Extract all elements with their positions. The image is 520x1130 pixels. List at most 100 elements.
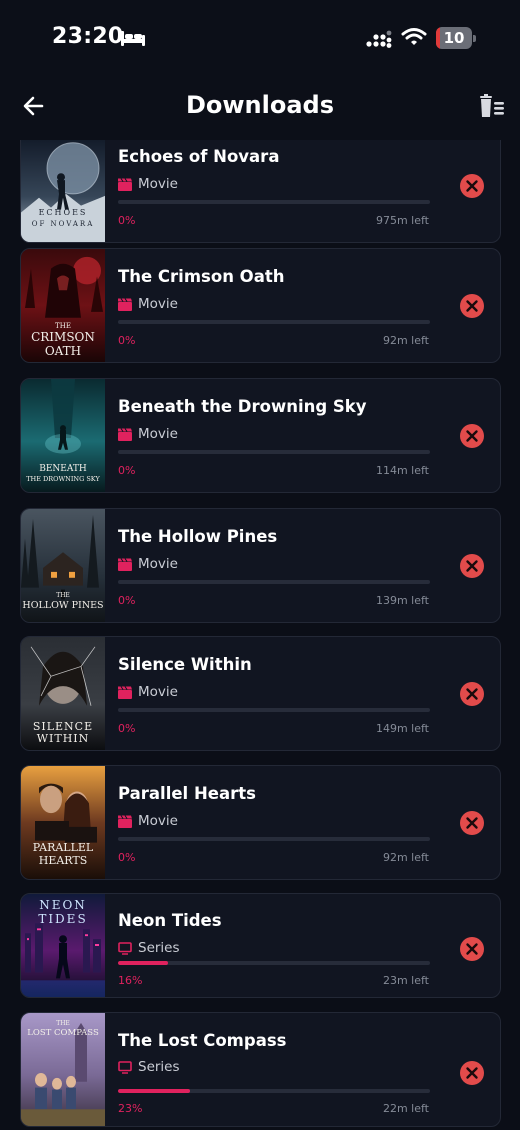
- tv-icon: [118, 1060, 132, 1074]
- download-title: The Crimson Oath: [118, 267, 285, 286]
- poster-the-crimson-oath: THE CRIMSON OATH: [21, 249, 105, 362]
- poster-title-line: HOLLOW PINES: [22, 600, 104, 611]
- progress-fill: [118, 961, 168, 965]
- poster-title-line: HEARTS: [38, 854, 88, 867]
- cancel-download-button[interactable]: [460, 682, 484, 706]
- battery-icon: 10: [436, 27, 476, 49]
- poster-title-line: ECHOES: [38, 208, 88, 217]
- page-title: Downloads: [185, 91, 335, 119]
- delete-all-button[interactable]: [478, 93, 506, 121]
- media-type: Series: [118, 939, 180, 957]
- download-item-the-lost-compass[interactable]: THE LOST COMPASS The Lost Compass Series…: [20, 1012, 501, 1127]
- time-remaining: 139m left: [375, 594, 429, 607]
- bed-icon: [121, 31, 145, 46]
- media-type: Movie: [118, 683, 178, 701]
- media-type: Movie: [118, 812, 178, 830]
- media-type-label: Movie: [138, 684, 178, 700]
- download-item-parallel-hearts[interactable]: PARALLEL HEARTS Parallel Hearts Movie 0%…: [20, 765, 501, 880]
- media-type: Movie: [118, 175, 178, 193]
- poster-title-line: SILENCE: [32, 720, 94, 733]
- progress-percent: 0%: [118, 214, 136, 227]
- clapperboard-icon: [118, 297, 132, 311]
- media-type: Movie: [118, 295, 178, 313]
- progress-percent: 0%: [118, 851, 136, 864]
- download-item-echoes-of-novara[interactable]: ECHOES OF NOVARA Echoes of Novara Movie …: [20, 128, 501, 243]
- progress-percent: 0%: [118, 594, 136, 607]
- media-type-label: Movie: [138, 556, 178, 572]
- clapperboard-icon: [118, 557, 132, 571]
- progress-percent: 0%: [118, 334, 136, 347]
- tv-icon: [118, 941, 132, 955]
- poster-title-line: OF NOVARA: [31, 220, 95, 228]
- media-type: Series: [118, 1058, 180, 1076]
- progress-bar: [118, 200, 430, 204]
- progress-bar: [118, 961, 430, 965]
- download-title: Beneath the Drowning Sky: [118, 397, 367, 416]
- poster-neon-tides: NEON TIDES: [21, 894, 105, 997]
- poster-title-line: THE: [56, 592, 70, 599]
- trash-list-icon: [480, 94, 504, 117]
- time-remaining: 975m left: [375, 214, 429, 227]
- media-type: Movie: [118, 425, 178, 443]
- progress-bar: [118, 450, 430, 454]
- clapperboard-icon: [118, 814, 132, 828]
- download-item-the-crimson-oath[interactable]: THE CRIMSON OATH The Crimson Oath Movie …: [20, 248, 501, 363]
- status-bar: 23:20 10: [0, 0, 520, 75]
- cancel-download-button[interactable]: [460, 937, 484, 961]
- download-title: Silence Within: [118, 655, 252, 674]
- download-item-neon-tides[interactable]: NEON TIDES Neon Tides Series 16% 23m lef…: [20, 893, 501, 998]
- time-remaining: 114m left: [375, 464, 429, 477]
- poster-title-line: THE: [56, 1020, 70, 1027]
- progress-bar: [118, 1089, 430, 1093]
- download-title: Neon Tides: [118, 911, 222, 930]
- poster-title-line: PARALLEL: [32, 841, 94, 854]
- progress-percent: 0%: [118, 464, 136, 477]
- time-remaining: 23m left: [382, 974, 429, 987]
- progress-bar: [118, 580, 430, 584]
- media-type-label: Movie: [138, 813, 178, 829]
- download-title: The Lost Compass: [118, 1031, 287, 1050]
- clapperboard-icon: [118, 427, 132, 441]
- cancel-download-button[interactable]: [460, 174, 484, 198]
- progress-bar: [118, 708, 430, 712]
- poster-title-line: WITHIN: [36, 732, 90, 745]
- clapperboard-icon: [118, 177, 132, 191]
- downloads-screen: ECHOES OF NOVARA Echoes of Novara Movie …: [0, 0, 520, 1130]
- poster-the-hollow-pines: THE HOLLOW PINES: [21, 509, 105, 622]
- poster-the-lost-compass: THE LOST COMPASS: [21, 1013, 105, 1126]
- media-type-label: Series: [138, 1059, 180, 1075]
- poster-silence-within: SILENCE WITHIN: [21, 637, 105, 750]
- poster-beneath-the-drowning-sky: BENEATH THE DROWNING SKY: [21, 379, 105, 492]
- time-remaining: 149m left: [375, 722, 429, 735]
- progress-fill: [118, 1089, 190, 1093]
- poster-parallel-hearts: PARALLEL HEARTS: [21, 766, 105, 879]
- time-remaining: 92m left: [382, 334, 429, 347]
- downloads-list[interactable]: ECHOES OF NOVARA Echoes of Novara Movie …: [0, 0, 520, 1130]
- media-type-label: Movie: [138, 296, 178, 312]
- cancel-download-button[interactable]: [460, 554, 484, 578]
- battery-tip: [473, 35, 476, 42]
- download-item-beneath-the-drowning-sky[interactable]: BENEATH THE DROWNING SKY Beneath the Dro…: [20, 378, 501, 493]
- time-remaining: 92m left: [382, 851, 429, 864]
- media-type-label: Movie: [138, 176, 178, 192]
- progress-bar: [118, 320, 430, 324]
- time-remaining: 22m left: [382, 1102, 429, 1115]
- cancel-download-button[interactable]: [460, 811, 484, 835]
- poster-title-line: OATH: [44, 344, 82, 358]
- clapperboard-icon: [118, 685, 132, 699]
- app-header: Downloads: [0, 75, 520, 140]
- progress-percent: 16%: [118, 974, 143, 987]
- download-item-silence-within[interactable]: SILENCE WITHIN Silence Within Movie 0% 1…: [20, 636, 501, 751]
- cancel-download-button[interactable]: [460, 424, 484, 448]
- download-item-the-hollow-pines[interactable]: THE HOLLOW PINES The Hollow Pines Movie …: [20, 508, 501, 623]
- battery-body: 10: [436, 27, 472, 49]
- media-type-label: Movie: [138, 426, 178, 442]
- cancel-download-button[interactable]: [460, 294, 484, 318]
- cancel-download-button[interactable]: [460, 1061, 484, 1085]
- signal-icon: [366, 30, 392, 48]
- download-title: The Hollow Pines: [118, 527, 278, 546]
- wifi-icon: [401, 28, 427, 45]
- media-type-label: Series: [138, 940, 180, 956]
- poster-title-line: NEON: [39, 898, 87, 912]
- progress-percent: 23%: [118, 1102, 143, 1115]
